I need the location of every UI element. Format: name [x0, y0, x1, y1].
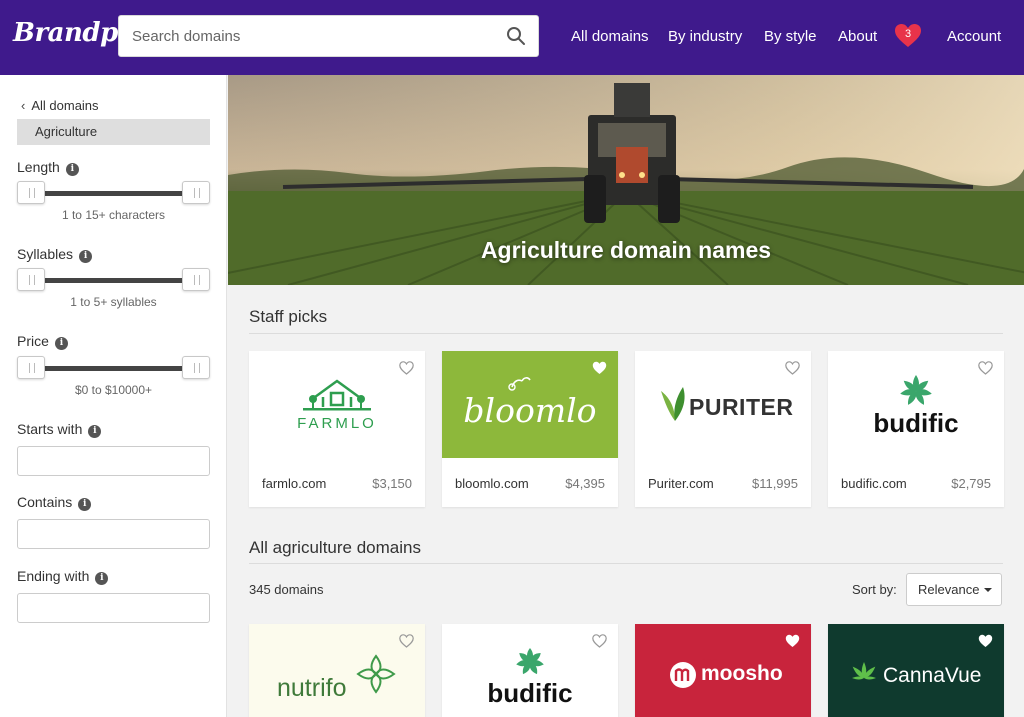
domain-price: $2,795: [951, 476, 991, 491]
domain-card[interactable]: moosho: [635, 624, 811, 717]
back-link-label: All domains: [31, 98, 99, 113]
starts-with-label: Starts with i: [17, 421, 102, 438]
chevron-left-icon: ‹: [21, 98, 26, 113]
price-label-text: Price: [17, 333, 49, 349]
hero-banner: Agriculture domain names: [228, 75, 1024, 285]
domain-price: $4,395: [565, 476, 605, 491]
heart-icon[interactable]: [399, 634, 414, 648]
price-range-text: $0 to $10000+: [74, 383, 153, 397]
section-divider: [249, 563, 1003, 564]
heart-icon[interactable]: [978, 361, 993, 375]
slider-min-handle[interactable]: [17, 181, 45, 204]
domain-price: $11,995: [751, 476, 798, 491]
length-label-text: Length: [17, 159, 60, 175]
heart-icon[interactable]: [978, 634, 993, 648]
starts-with-input[interactable]: [17, 446, 210, 476]
budific-wordmark: budific: [873, 408, 959, 438]
domain-card[interactable]: nutrifo: [249, 624, 425, 717]
info-icon[interactable]: i: [65, 163, 79, 176]
nav-about[interactable]: About: [838, 28, 877, 45]
puriter-wordmark: PURITER: [689, 394, 794, 420]
syllables-label-text: Syllables: [17, 246, 74, 262]
nutrifo-wordmark: nutrifo: [277, 674, 347, 702]
nav-by-industry[interactable]: By industry: [668, 28, 742, 45]
ending-with-input[interactable]: [17, 593, 210, 623]
domain-price: $3,150: [372, 476, 412, 491]
favorites-count: 3: [904, 28, 912, 40]
brandpa-logo[interactable]: Brandpa: [13, 18, 135, 48]
slider-min-handle[interactable]: [17, 268, 45, 291]
favorites-button[interactable]: 3: [894, 23, 922, 49]
info-icon[interactable]: i: [95, 572, 109, 585]
heart-icon[interactable]: [399, 361, 414, 375]
price-filter-label: Price i: [17, 333, 68, 350]
domain-card[interactable]: FARMLO farmlo.com $3,150: [249, 351, 425, 507]
slider-track: [29, 366, 198, 371]
top-bar: Brandpa All domains By industry By style…: [0, 0, 1024, 75]
slider-track: [29, 191, 198, 196]
info-icon[interactable]: i: [78, 498, 92, 511]
slider-track: [29, 278, 198, 283]
ending-with-label-text: Ending with: [17, 568, 90, 584]
moosho-wordmark: moosho: [701, 662, 783, 685]
info-icon[interactable]: i: [54, 337, 68, 350]
syllables-slider[interactable]: [17, 268, 210, 292]
sort-dropdown[interactable]: Relevance: [906, 573, 1002, 606]
length-range-text: 1 to 15+ characters: [61, 208, 166, 222]
back-to-all-domains[interactable]: ‹ All domains: [21, 98, 99, 113]
search-input[interactable]: [119, 16, 499, 56]
heart-icon[interactable]: [592, 634, 607, 648]
price-slider[interactable]: [17, 356, 210, 380]
current-industry[interactable]: Agriculture: [17, 119, 210, 145]
domain-card[interactable]: CannaVue: [828, 624, 1004, 717]
staff-picks-title: Staff picks: [249, 307, 328, 326]
filter-sidebar: ‹ All domains Agriculture Length i 1 to 15…: [0, 75, 227, 717]
ending-with-label: Ending with i: [17, 568, 109, 585]
slider-min-handle[interactable]: [17, 356, 45, 379]
domain-name[interactable]: budific.com: [841, 476, 907, 491]
length-filter-label: Length i: [17, 159, 79, 176]
heart-icon[interactable]: [592, 361, 607, 375]
starts-with-label-text: Starts with: [17, 421, 83, 437]
domain-card[interactable]: bloomlo bloomlo.com $4,395: [442, 351, 618, 507]
search-icon[interactable]: [506, 26, 526, 46]
budific-wordmark: budific: [487, 678, 573, 708]
length-slider[interactable]: [17, 181, 210, 205]
bloomlo-wordmark: bloomlo: [463, 391, 597, 430]
farmlo-wordmark: FARMLO: [297, 415, 377, 432]
syllables-range-text: 1 to 5+ syllables: [70, 295, 157, 309]
nav-account[interactable]: Account: [947, 28, 1001, 45]
hero-title: Agriculture domain names: [480, 237, 772, 263]
domain-card[interactable]: budific: [442, 624, 618, 717]
info-icon[interactable]: i: [88, 425, 102, 438]
heart-icon[interactable]: [785, 634, 800, 648]
sort-value: Relevance: [918, 582, 980, 597]
heart-icon[interactable]: [785, 361, 800, 375]
info-icon[interactable]: i: [79, 250, 93, 263]
all-domains-title: All agriculture domains: [249, 538, 421, 557]
domain-name[interactable]: farmlo.com: [262, 476, 326, 491]
domain-card[interactable]: budific budific.com $2,795: [828, 351, 1004, 507]
section-divider: [249, 333, 1003, 334]
nav-all-domains[interactable]: All domains: [571, 28, 649, 45]
nav-by-style[interactable]: By style: [764, 28, 817, 45]
domain-count: 345 domains: [249, 582, 324, 597]
sort-label: Sort by:: [852, 582, 897, 597]
caret-down-icon: [984, 588, 992, 592]
slider-max-handle[interactable]: [182, 181, 210, 204]
domain-name[interactable]: bloomlo.com: [455, 476, 529, 491]
contains-label: Contains i: [17, 494, 92, 511]
cannavue-wordmark: CannaVue: [883, 664, 982, 687]
search-box[interactable]: [118, 15, 539, 57]
syllables-filter-label: Syllables i: [17, 246, 93, 263]
contains-input[interactable]: [17, 519, 210, 549]
slider-max-handle[interactable]: [182, 268, 210, 291]
domain-card[interactable]: PURITER Puriter.com $11,995: [635, 351, 811, 507]
contains-label-text: Contains: [17, 494, 73, 510]
slider-max-handle[interactable]: [182, 356, 210, 379]
domain-name[interactable]: Puriter.com: [648, 476, 714, 491]
